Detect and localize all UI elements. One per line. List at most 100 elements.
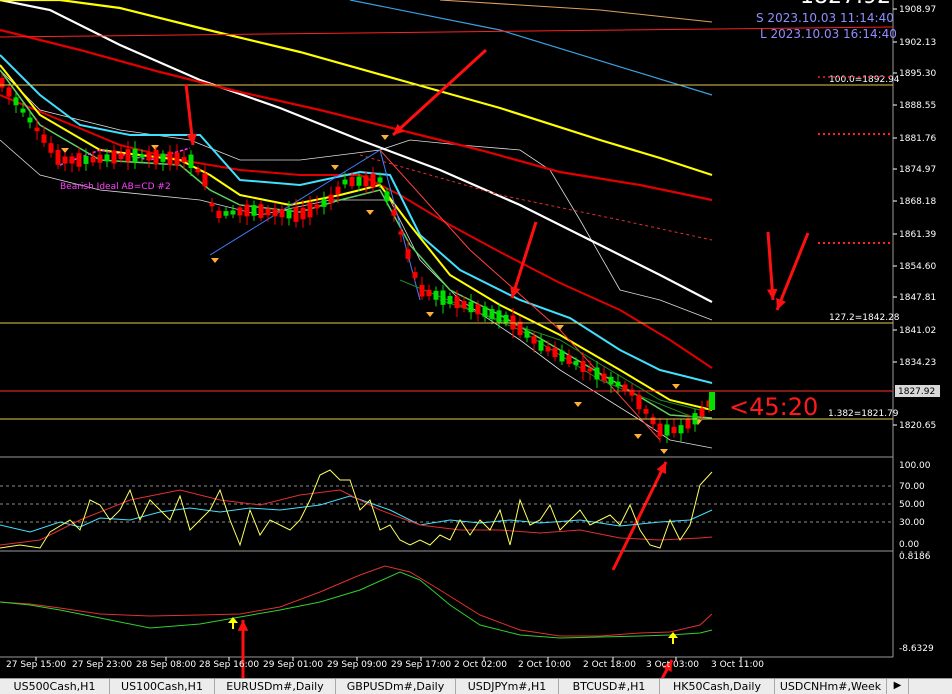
bear-candle [111, 150, 117, 164]
bull-candle [615, 381, 621, 387]
bear-candle [552, 347, 558, 358]
bear-candle [699, 408, 705, 417]
bear-candle [587, 368, 593, 372]
scroll-right-icon[interactable]: ▶ [887, 679, 909, 694]
price-tick-label: 1895.30 [899, 69, 936, 79]
bear-candle [657, 423, 663, 437]
time-tick-label: 3 Oct 03:00 [646, 660, 699, 670]
fractal-marker [634, 434, 642, 439]
bull-candle [678, 425, 684, 434]
bull-candle [230, 210, 236, 215]
bear-candle [195, 168, 201, 173]
macd-bottom-label: -8.6329 [899, 644, 934, 654]
bear-candle [580, 360, 586, 373]
bear-candle [90, 156, 96, 163]
ma-cyan [0, 54, 713, 384]
ma-green [0, 69, 713, 419]
fib-level-label: 127.2=1842.28 [829, 313, 900, 323]
macd-top-label: 0.8186 [899, 552, 931, 562]
bear-candle [475, 304, 481, 315]
bear-candle [643, 408, 649, 414]
bull-candle [188, 154, 194, 169]
pattern-leg [209, 149, 421, 301]
bull-candle [223, 211, 229, 216]
annotation-arrow-head [767, 288, 778, 300]
bull-candle [342, 179, 348, 185]
bear-candle [300, 207, 306, 220]
bear-candle [237, 207, 243, 216]
time-tick-label: 27 Sep 15:00 [6, 660, 66, 670]
bear-candle [517, 321, 523, 336]
time-tick-label: 28 Sep 16:00 [199, 660, 259, 670]
bear-candle [146, 152, 152, 161]
bear-candle [209, 202, 215, 207]
bear-candle [391, 209, 397, 216]
annotation-arrow [775, 232, 810, 311]
annotation-arrow [611, 461, 668, 571]
bear-candle [363, 175, 369, 187]
bear-candle [97, 154, 103, 163]
bull-candle [83, 156, 89, 164]
tab-gbpusdm[interactable]: GBPUSDm#,Daily [336, 679, 456, 694]
oscillator-tick-label: 100.00 [899, 461, 931, 471]
bear-candle [279, 209, 285, 218]
bear-candle [454, 296, 460, 309]
bull-candle [489, 309, 495, 319]
time-tick-label: 2 Oct 18:00 [583, 660, 636, 670]
countdown-timer: <45:20 [729, 393, 819, 421]
bear-candle [426, 289, 432, 297]
bull-candle [594, 367, 600, 380]
bear-candle [398, 231, 404, 235]
bull-candle [27, 117, 33, 123]
price-tick-label: 1861.39 [899, 230, 936, 240]
bear-candle [531, 336, 537, 344]
fractal-marker [381, 135, 389, 140]
oscillator-cyan [0, 495, 713, 533]
fractal-marker [574, 402, 582, 407]
bull-candle [573, 360, 579, 366]
bear-candle [258, 204, 264, 218]
fractal-marker [660, 449, 668, 454]
bull-candle [377, 177, 383, 183]
bear-candle [650, 417, 656, 425]
tab-usdjpym[interactable]: USDJPYm#,H1 [456, 679, 559, 694]
chart-frame [0, 0, 894, 658]
bear-candle [328, 194, 334, 203]
bull-candle [608, 376, 614, 385]
bear-candle [636, 394, 642, 410]
bear-candle [153, 149, 159, 165]
bear-candle [671, 426, 677, 434]
bull-candle [664, 424, 670, 436]
price-chart[interactable]: 100.0=1892.94127.2=1842.281.382=1821.79 … [0, 0, 952, 678]
bear-candle [62, 156, 68, 164]
tab-hk50cash[interactable]: HK50Cash,Daily [660, 679, 775, 694]
bear-candle [181, 157, 187, 162]
price-tick-label: 1834.23 [899, 358, 936, 368]
price-tick-label: 1888.55 [899, 101, 936, 111]
bull-candle [321, 199, 327, 207]
bull-candle [286, 209, 292, 219]
bear-candle [335, 186, 341, 195]
bear-candle [307, 202, 313, 218]
fractal-marker [366, 210, 374, 215]
time-tick-label: 29 Sep 17:00 [391, 660, 451, 670]
current-price-label: 1827.92 [898, 387, 935, 397]
tab-eurusdm[interactable]: EURUSDm#,Daily [215, 679, 336, 694]
fractal-marker [426, 312, 434, 317]
price-tick-label: 1908.97 [899, 5, 936, 15]
bull-candle [13, 97, 19, 106]
annotation-arrow [391, 48, 488, 137]
tab-us500cash[interactable]: US500Cash,H1 [0, 679, 110, 694]
bull-candle [139, 154, 145, 158]
pattern-label: Bearish Ideal AB=CD #2 [60, 182, 171, 192]
bear-candle [349, 176, 355, 187]
fractal-marker [331, 165, 339, 170]
bear-candle [685, 419, 691, 429]
tab-us100cash[interactable]: US100Cash,H1 [110, 679, 215, 694]
bear-candle [461, 301, 467, 309]
tab-btcusd[interactable]: BTCUSD#,H1 [559, 679, 660, 694]
tab-usdcnhm[interactable]: USDCNHm#,Week [775, 679, 887, 694]
last-bull-candle [709, 392, 715, 410]
bear-candle [125, 149, 131, 162]
price-tick-label: 1874.97 [899, 165, 936, 175]
